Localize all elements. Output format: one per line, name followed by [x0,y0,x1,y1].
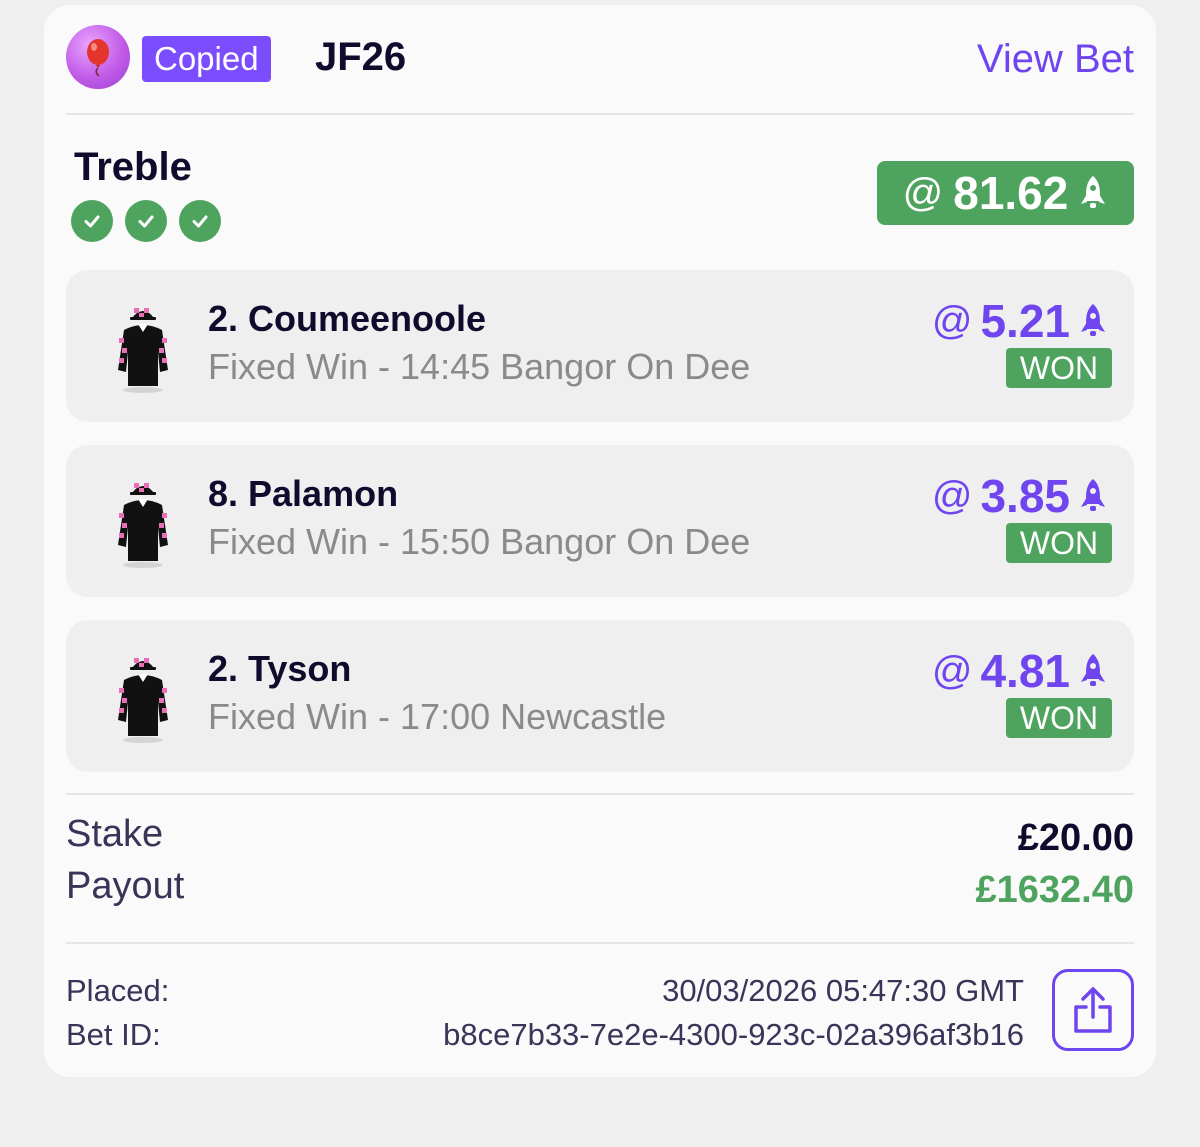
leg-odds: @ 5.21 [932,294,1108,348]
odds-at-symbol: @ [931,648,973,693]
bet-id-value: b8ce7b33-7e2e-4300-923c-02a396af3b16 [443,1017,1024,1052]
bet-type-title: Treble [74,145,192,189]
leg-result-badge: WON [1006,698,1112,738]
view-bet-link[interactable]: View Bet [977,37,1134,82]
bet-card: Copied JF26 View Bet Treble @ 81.62 2. C… [44,5,1156,1077]
leg-market-description: Fixed Win - 17:00 Newcastle [208,696,667,737]
jockey-silk-icon [118,308,168,393]
placed-timestamp: 30/03/2026 05:47:30 GMT [662,973,1024,1008]
check-icon [71,200,113,242]
bet-leg[interactable]: 2. Coumeenoole Fixed Win - 14:45 Bangor … [66,270,1134,422]
divider [66,113,1134,115]
jockey-silk-icon [118,483,168,568]
stake-label: Stake [66,813,164,855]
leg-result-badge: WON [1006,523,1112,563]
leg-odds-value: 3.85 [980,470,1070,522]
divider [66,793,1134,795]
avatar[interactable] [66,25,130,89]
bet-leg[interactable]: 2. Tyson Fixed Win - 17:00 Newcastle @ 4… [66,620,1134,772]
check-icon [179,200,221,242]
divider [66,942,1134,944]
leg-result-badge: WON [1006,348,1112,388]
leg-odds-value: 4.81 [980,645,1070,697]
odds-at-symbol: @ [902,170,944,215]
total-odds-badge: @ 81.62 [877,161,1134,225]
share-icon [1074,987,1112,1033]
leg-selection-name: 2. Coumeenoole [208,298,487,339]
rocket-icon [1081,654,1105,686]
payout-label: Payout [66,865,185,907]
copied-badge: Copied [142,36,271,82]
balloon-icon [87,39,109,77]
odds-at-symbol: @ [931,298,973,343]
leg-selection-name: 8. Palamon [208,473,399,514]
rocket-icon [1081,304,1105,336]
leg-market-description: Fixed Win - 15:50 Bangor On Dee [208,521,751,562]
leg-status-checks [71,200,221,242]
bet-header: Copied JF26 View Bet [66,25,1134,97]
share-button[interactable] [1052,969,1134,1051]
jockey-silk-icon [118,658,168,743]
payout-value: £1632.40 [975,869,1135,911]
placed-label: Placed: [66,973,170,1008]
check-icon [125,200,167,242]
total-odds-value: 81.62 [953,167,1069,219]
stake-value: £20.00 [1017,817,1134,859]
leg-market-description: Fixed Win - 14:45 Bangor On Dee [208,346,751,387]
bet-id-label: Bet ID: [66,1017,161,1052]
bet-leg[interactable]: 8. Palamon Fixed Win - 15:50 Bangor On D… [66,445,1134,597]
leg-odds: @ 3.85 [932,469,1108,523]
tipster-username: JF26 [315,35,407,79]
rocket-icon [1081,176,1106,208]
leg-odds-value: 5.21 [980,295,1070,347]
leg-odds: @ 4.81 [932,644,1108,698]
odds-at-symbol: @ [931,473,973,518]
leg-selection-name: 2. Tyson [208,648,352,689]
rocket-icon [1081,479,1105,511]
